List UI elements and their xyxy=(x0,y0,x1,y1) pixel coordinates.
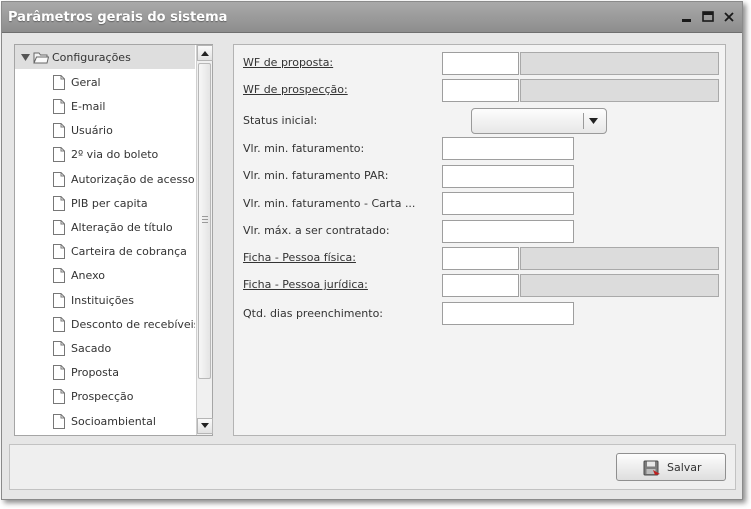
form-panel: WF de proposta: WF de prospecção: Status… xyxy=(233,44,726,436)
close-icon[interactable] xyxy=(722,10,736,24)
tree-item-carteira-cobranca[interactable]: Carteira de cobrança xyxy=(15,240,195,262)
arrow-up-icon xyxy=(201,51,209,56)
tree-item-anexo[interactable]: Anexo xyxy=(15,264,195,286)
tree-item-socioambiental[interactable]: Socioambiental xyxy=(15,410,195,432)
document-icon xyxy=(53,243,65,259)
tree-scrollbar[interactable] xyxy=(196,45,213,435)
settings-tree: Configurações Geral E-mail Usuário 2º vi… xyxy=(14,44,213,436)
tree-item-proposta[interactable]: Proposta xyxy=(15,361,195,383)
ficha-pessoa-fisica-link[interactable]: Ficha - Pessoa física: xyxy=(243,251,356,264)
status-inicial-select[interactable] xyxy=(471,108,607,134)
tree-item-label: Usuário xyxy=(71,123,113,137)
wf-prospeccao-code-input[interactable] xyxy=(442,79,519,102)
status-inicial-label: Status inicial: xyxy=(243,114,318,127)
tree-item-label: Instituições xyxy=(71,293,134,307)
tree-item-pib-per-capita[interactable]: PIB per capita xyxy=(15,192,195,214)
document-icon xyxy=(53,316,65,332)
chevron-down-icon xyxy=(589,118,598,124)
save-button-label: Salvar xyxy=(667,461,702,474)
tree-item-label: PIB per capita xyxy=(71,196,148,210)
tree-item-label: Anexo xyxy=(71,268,105,282)
wf-prospeccao-link[interactable]: WF de prospecção: xyxy=(243,83,348,96)
tree-item-label: E-mail xyxy=(71,99,106,113)
scroll-thumb[interactable] xyxy=(198,63,211,379)
document-icon xyxy=(53,340,65,356)
window-title: Parâmetros gerais do sistema xyxy=(8,10,228,25)
tree-item-autorizacao-acesso[interactable]: Autorização de acesso xyxy=(15,168,195,190)
folder-icon xyxy=(33,52,49,63)
tree-item-email[interactable]: E-mail xyxy=(15,95,195,117)
vlr-min-faturamento-par-input[interactable] xyxy=(442,165,574,188)
tree-item-usuario[interactable]: Usuário xyxy=(15,119,195,141)
save-button[interactable]: Salvar xyxy=(616,453,726,481)
tree-list: Configurações Geral E-mail Usuário 2º vi… xyxy=(15,45,195,435)
tree-item-label: Geral xyxy=(71,75,101,89)
tree-root-configuracoes[interactable]: Configurações xyxy=(15,45,195,69)
tree-item-label: Proposta xyxy=(71,365,119,379)
tree-root-label: Configurações xyxy=(52,50,131,64)
tree-item-2via-boleto[interactable]: 2º via do boleto xyxy=(15,143,195,165)
tree-item-label: Carteira de cobrança xyxy=(71,244,187,258)
vlr-max-contratado-input[interactable] xyxy=(442,220,574,243)
tree-item-desconto-recebiveis[interactable]: Desconto de recebíveis xyxy=(15,313,195,335)
scroll-down-button[interactable] xyxy=(197,418,213,434)
footer-bar: Salvar xyxy=(9,444,736,490)
document-icon xyxy=(53,74,65,90)
wf-proposta-description xyxy=(520,52,719,75)
expand-arrow-icon[interactable] xyxy=(21,53,30,62)
ficha-pessoa-juridica-description xyxy=(520,274,719,297)
maximize-icon[interactable] xyxy=(701,10,715,24)
tree-item-label: Alteração de título xyxy=(71,220,173,234)
vlr-max-contratado-label: Vlr. máx. a ser contratado: xyxy=(243,224,390,237)
document-icon xyxy=(53,388,65,404)
tree-item-prospeccao[interactable]: Prospecção xyxy=(15,385,195,407)
wf-proposta-code-input[interactable] xyxy=(442,52,519,75)
ficha-pessoa-fisica-code-input[interactable] xyxy=(442,247,519,270)
document-icon xyxy=(53,98,65,114)
document-icon xyxy=(53,267,65,283)
tree-item-label: 2º via do boleto xyxy=(71,147,159,161)
wf-prospeccao-description xyxy=(520,79,719,102)
document-icon xyxy=(53,219,65,235)
vlr-min-faturamento-carta-input[interactable] xyxy=(442,192,574,215)
vlr-min-faturamento-label: Vlr. min. faturamento: xyxy=(243,142,365,155)
qtd-dias-input[interactable] xyxy=(442,302,574,325)
vlr-min-faturamento-carta-label: Vlr. min. faturamento - Carta ... xyxy=(243,197,416,210)
minimize-icon[interactable] xyxy=(680,10,694,24)
ficha-pessoa-juridica-code-input[interactable] xyxy=(442,274,519,297)
qtd-dias-label: Qtd. dias preenchimento: xyxy=(243,307,384,320)
select-separator xyxy=(583,113,584,129)
tree-item-instituicoes[interactable]: Instituições xyxy=(15,289,195,311)
vlr-min-faturamento-input[interactable] xyxy=(442,137,574,160)
document-icon xyxy=(53,413,65,429)
tree-item-alteracao-titulo[interactable]: Alteração de título xyxy=(15,216,195,238)
arrow-down-icon xyxy=(201,423,209,428)
document-icon xyxy=(53,292,65,308)
document-icon xyxy=(53,171,65,187)
tree-item-sacado[interactable]: Sacado xyxy=(15,337,195,359)
document-icon xyxy=(53,195,65,211)
thumb-grip xyxy=(202,216,208,225)
tree-item-label: Sacado xyxy=(71,341,112,355)
ficha-pessoa-fisica-description xyxy=(520,247,719,270)
title-bar[interactable]: Parâmetros gerais do sistema xyxy=(2,2,742,33)
tree-item-geral[interactable]: Geral xyxy=(15,71,195,93)
tree-item-label: Socioambiental xyxy=(71,414,156,428)
scroll-up-button[interactable] xyxy=(197,45,213,61)
document-icon xyxy=(53,122,65,138)
wf-proposta-link[interactable]: WF de proposta: xyxy=(243,56,333,69)
save-icon xyxy=(643,460,660,476)
ficha-pessoa-juridica-link[interactable]: Ficha - Pessoa jurídica: xyxy=(243,278,368,291)
vlr-min-faturamento-par-label: Vlr. min. faturamento PAR: xyxy=(243,169,389,182)
tree-item-label: Prospecção xyxy=(71,389,134,403)
document-icon xyxy=(53,146,65,162)
parametros-window: Parâmetros gerais do sistema Configuraçõ… xyxy=(1,1,743,500)
document-icon xyxy=(53,364,65,380)
tree-item-label: Autorização de acesso xyxy=(71,172,195,186)
tree-item-label: Desconto de recebíveis xyxy=(71,317,195,331)
